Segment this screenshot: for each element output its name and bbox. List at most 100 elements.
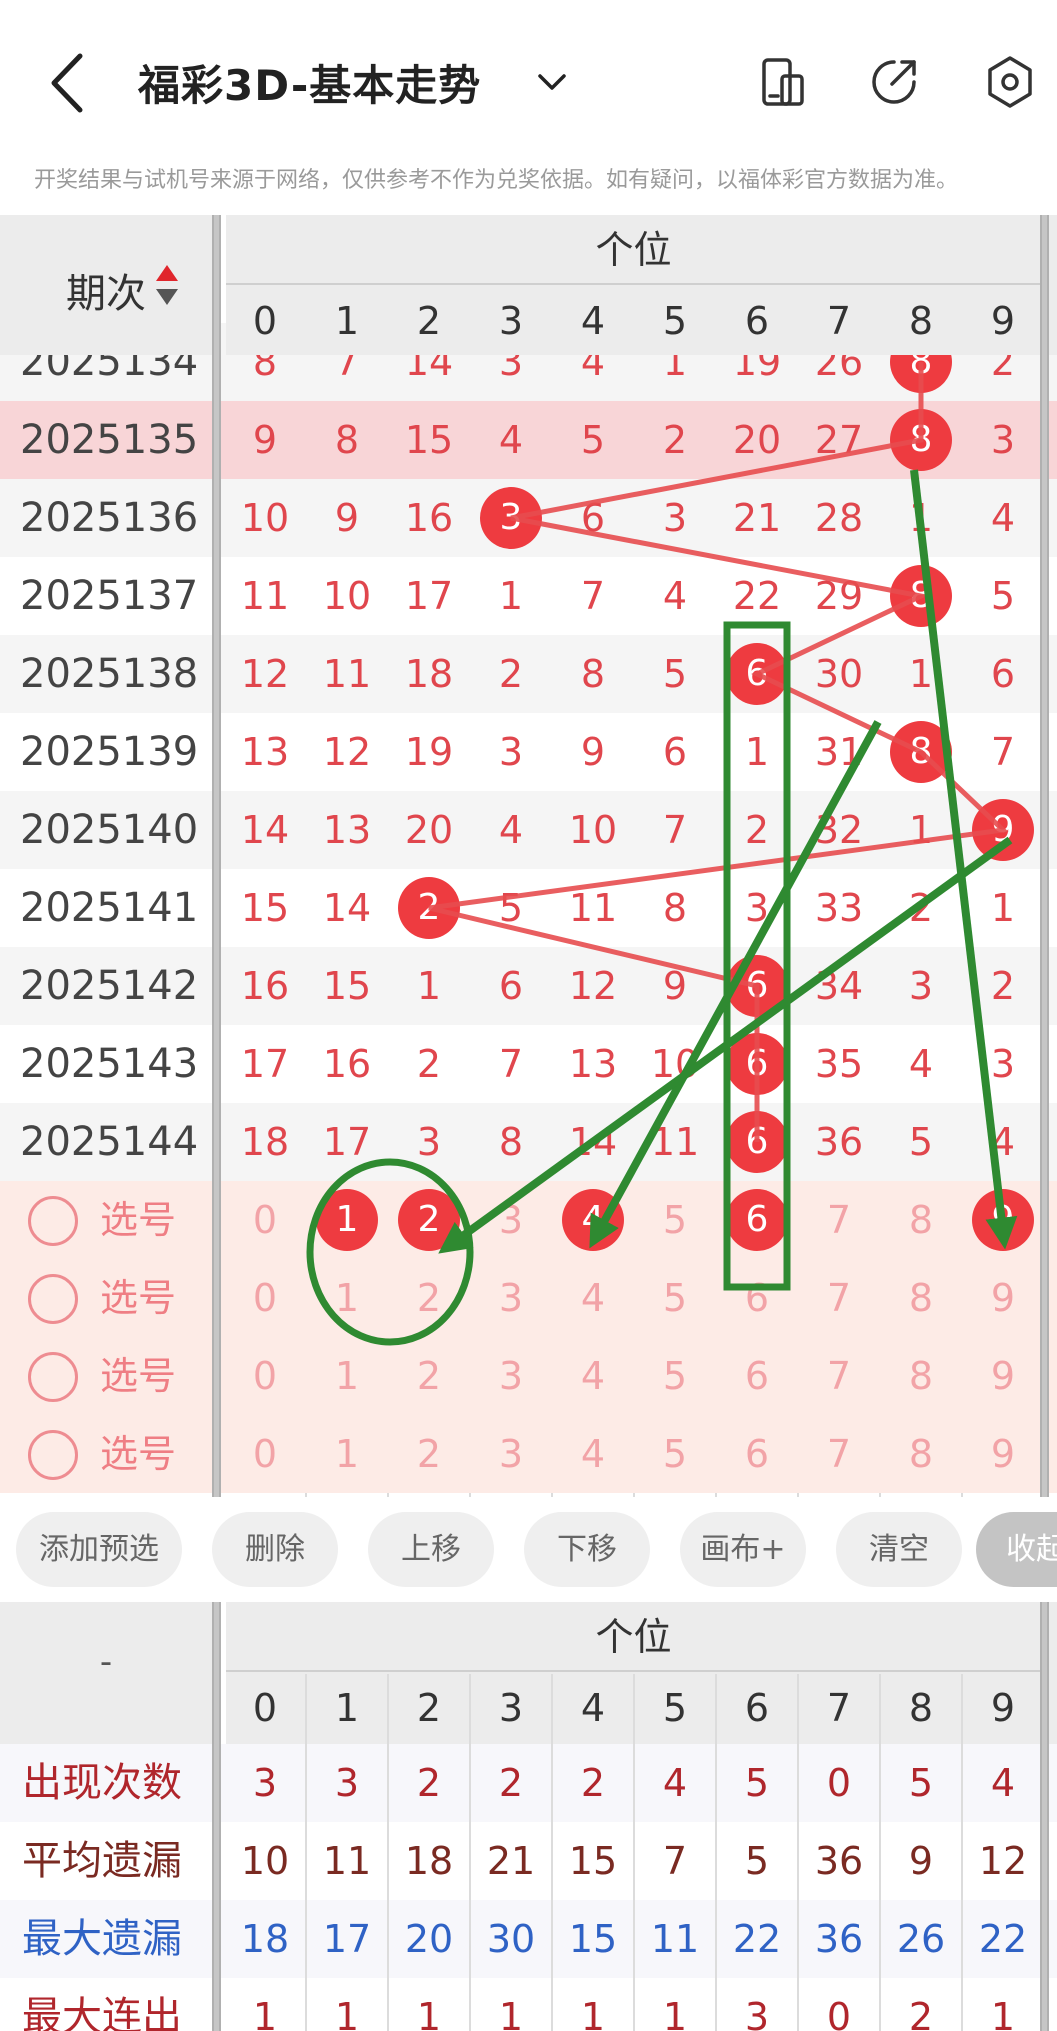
- select-number[interactable]: 1: [306, 1259, 388, 1337]
- select-radio[interactable]: [28, 1352, 78, 1402]
- select-number[interactable]: 5: [634, 1181, 716, 1259]
- select-number[interactable]: 7: [798, 1181, 880, 1259]
- miss-count: 1: [744, 730, 770, 774]
- select-number[interactable]: 0: [224, 1337, 306, 1415]
- select-number[interactable]: 4: [552, 1415, 634, 1493]
- toolbar-button-0[interactable]: 添加预选: [16, 1512, 182, 1587]
- stats-row-label: 最大遗漏: [22, 1916, 182, 1962]
- stats-value: 2: [908, 1995, 934, 2031]
- stats-value: 1: [416, 1995, 442, 2031]
- select-number[interactable]: 2: [388, 1337, 470, 1415]
- stats-value: 22: [978, 1917, 1028, 1961]
- stats-column-line: [715, 1674, 717, 2031]
- stats-value: 0: [826, 1761, 852, 1805]
- select-number[interactable]: 4: [552, 1259, 634, 1337]
- hit-ball: 9: [972, 799, 1034, 861]
- miss-count: 29: [814, 574, 864, 618]
- select-number[interactable]: 5: [634, 1259, 716, 1337]
- miss-count: 13: [322, 808, 372, 852]
- stats-value: 5: [908, 1761, 934, 1805]
- miss-count: 3: [744, 886, 770, 930]
- share-icon[interactable]: [864, 52, 924, 112]
- select-number[interactable]: 2: [388, 1415, 470, 1493]
- select-number[interactable]: 3: [470, 1259, 552, 1337]
- stats-value: 36: [814, 1839, 864, 1883]
- picked-number[interactable]: 2: [398, 1189, 460, 1251]
- period-header[interactable]: 期次: [0, 215, 212, 355]
- select-number[interactable]: 7: [798, 1337, 880, 1415]
- select-number[interactable]: 8: [880, 1415, 962, 1493]
- miss-count: 30: [814, 652, 864, 696]
- toolbar-button-6[interactable]: 收起: [976, 1512, 1057, 1587]
- select-number[interactable]: 1: [306, 1415, 388, 1493]
- trend-row: 2025141 15 14 2 5 11 8 3 33 2 1: [0, 869, 1057, 947]
- select-number[interactable]: 5: [634, 1415, 716, 1493]
- toolbar-button-5[interactable]: 清空: [836, 1512, 962, 1587]
- select-number[interactable]: 0: [224, 1415, 306, 1493]
- picked-number[interactable]: 4: [562, 1189, 624, 1251]
- select-radio[interactable]: [28, 1430, 78, 1480]
- select-row: 选号 0 1 2 3 4 5 6 7 8 9: [0, 1259, 1057, 1337]
- select-number[interactable]: 7: [798, 1415, 880, 1493]
- toolbar-button-2[interactable]: 上移: [368, 1512, 494, 1587]
- select-number[interactable]: 1: [306, 1337, 388, 1415]
- hit-ball: 6: [726, 1111, 788, 1173]
- picked-number[interactable]: 6: [726, 1189, 788, 1251]
- select-number[interactable]: 6: [716, 1415, 798, 1493]
- miss-count: 18: [404, 652, 454, 696]
- stats-digit-header-1: 1: [334, 1686, 360, 1730]
- toolbar-button-4[interactable]: 画布+: [680, 1512, 806, 1587]
- select-number[interactable]: 8: [880, 1259, 962, 1337]
- select-number[interactable]: 6: [716, 1259, 798, 1337]
- page-title[interactable]: 福彩3D-基本走势: [138, 52, 481, 113]
- period-number: 2025142: [20, 963, 199, 1009]
- chevron-left-icon[interactable]: [40, 48, 100, 118]
- miss-count: 3: [662, 496, 688, 540]
- select-number[interactable]: 9: [962, 1337, 1044, 1415]
- select-number[interactable]: 0: [224, 1181, 306, 1259]
- select-number[interactable]: 8: [880, 1337, 962, 1415]
- miss-count: 1: [990, 886, 1016, 930]
- miss-count: 17: [404, 574, 454, 618]
- select-number[interactable]: 9: [962, 1259, 1044, 1337]
- picked-number[interactable]: 1: [316, 1189, 378, 1251]
- picked-number[interactable]: 9: [972, 1189, 1034, 1251]
- toolbar-button-3[interactable]: 下移: [524, 1512, 650, 1587]
- settings-hex-icon[interactable]: [980, 52, 1040, 112]
- miss-count: 10: [322, 574, 372, 618]
- digit-header-4: 4: [580, 299, 606, 343]
- period-number: 2025135: [20, 417, 199, 463]
- period-number: 2025136: [20, 495, 199, 541]
- stats-column-line: [633, 1674, 635, 2031]
- group-header: 个位: [226, 215, 1041, 285]
- stats-value: 3: [334, 1761, 360, 1805]
- select-row: 选号 0 1 2 3 4 5 6 7 8 9: [0, 1337, 1057, 1415]
- select-number[interactable]: 5: [634, 1337, 716, 1415]
- digit-header-3: 3: [498, 299, 524, 343]
- select-number[interactable]: 2: [388, 1259, 470, 1337]
- select-number[interactable]: 8: [880, 1181, 962, 1259]
- digit-header-1: 1: [334, 299, 360, 343]
- phone-layout-icon[interactable]: [752, 52, 812, 112]
- select-number[interactable]: 3: [470, 1181, 552, 1259]
- select-radio[interactable]: [28, 1196, 78, 1246]
- chevron-down-icon[interactable]: [532, 62, 572, 102]
- select-number[interactable]: 7: [798, 1259, 880, 1337]
- stats-value: 5: [744, 1761, 770, 1805]
- select-number[interactable]: 6: [716, 1337, 798, 1415]
- select-number[interactable]: 3: [470, 1337, 552, 1415]
- miss-count: 3: [990, 1042, 1016, 1086]
- period-number: 2025144: [20, 1119, 199, 1165]
- stats-value: 1: [990, 1995, 1016, 2031]
- select-number[interactable]: 4: [552, 1337, 634, 1415]
- select-radio[interactable]: [28, 1274, 78, 1324]
- miss-count: 17: [322, 1120, 372, 1164]
- toolbar-button-1[interactable]: 删除: [212, 1512, 338, 1587]
- select-number[interactable]: 3: [470, 1415, 552, 1493]
- miss-count: 15: [240, 886, 290, 930]
- select-number[interactable]: 9: [962, 1415, 1044, 1493]
- miss-count: 3: [908, 964, 934, 1008]
- miss-count: 11: [240, 574, 290, 618]
- select-number[interactable]: 0: [224, 1259, 306, 1337]
- sort-updown-icon[interactable]: [154, 263, 180, 307]
